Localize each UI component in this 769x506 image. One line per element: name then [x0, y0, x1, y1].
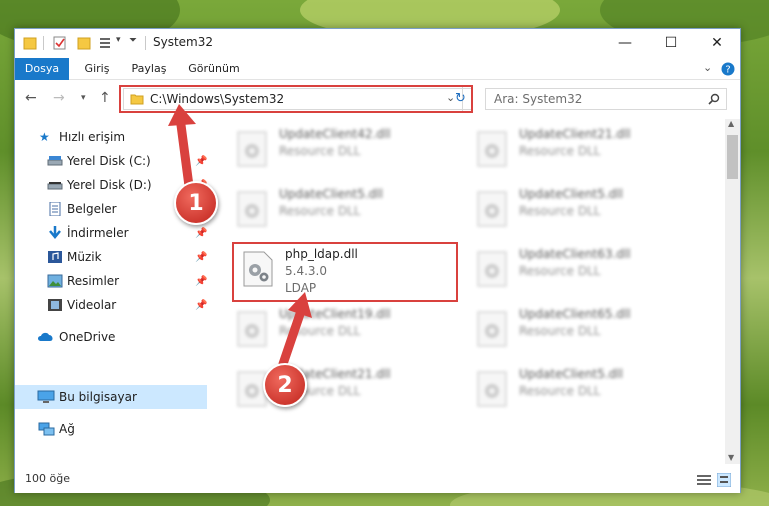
arrow-to-address-bar — [168, 104, 196, 191]
step-2-badge: 2 — [263, 363, 307, 407]
step-1-badge: 1 — [174, 181, 218, 225]
arrow-to-php-ldap — [278, 292, 312, 369]
annotation-arrows — [168, 104, 312, 369]
